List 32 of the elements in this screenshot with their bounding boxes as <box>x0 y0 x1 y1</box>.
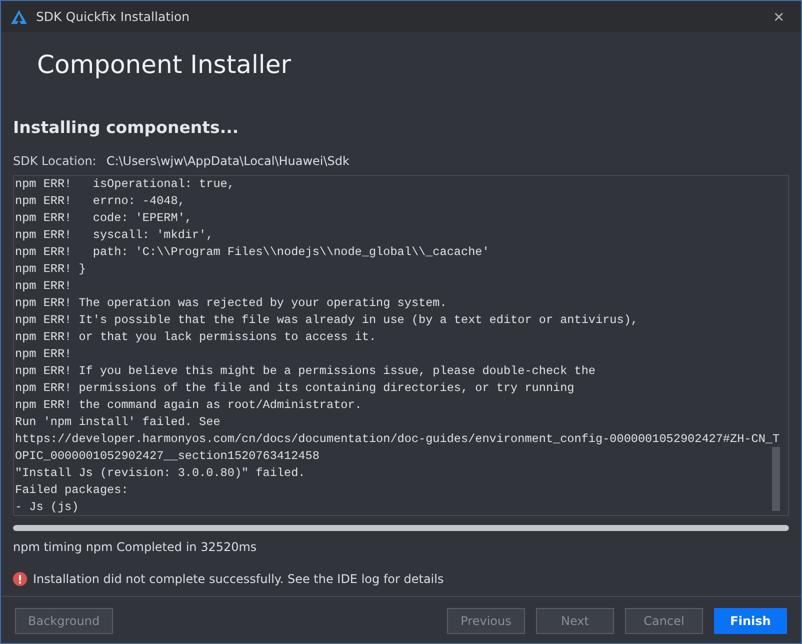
log-line: npm ERR! If you believe this might be a permissions issue, please double-check the <box>15 363 596 380</box>
log-line: npm ERR! code: 'EPERM', <box>15 210 192 227</box>
log-line: npm ERR! isOperational: true, <box>15 176 234 193</box>
log-line: npm ERR! permissions of the file and its containing directories, or try running <box>15 380 574 397</box>
sdk-location-path: C:\Users\wjw\AppData\Local\Huawei\Sdk <box>106 154 350 170</box>
log-line: npm ERR! <box>15 278 72 295</box>
log-line: npm ERR! errno: -4048, <box>15 193 185 210</box>
error-icon <box>13 572 27 586</box>
finish-button[interactable]: Finish <box>714 608 787 634</box>
log-line: OPIC_0000001052902427__section1520763412458 <box>15 448 320 465</box>
app-logo-icon <box>11 10 27 24</box>
log-line: npm ERR! The operation was rejected by your operating system. <box>15 295 447 312</box>
log-line: Run 'npm install' failed. See <box>15 414 220 431</box>
log-line: - Js (js) <box>15 499 79 515</box>
log-line: https://developer.harmonyos.com/cn/docs/documentation/doc-guides/environment_config-0000001052902427#ZH-CN_T <box>15 431 780 448</box>
log-line: npm ERR! syscall: 'mkdir', <box>15 227 214 244</box>
log-line: npm ERR! } <box>15 261 86 278</box>
log-line: npm ERR! path: 'C:\\Program Files\\nodejs\\node_global\\_cacache' <box>15 244 490 261</box>
log-line: npm ERR! the command again as root/Administrator. <box>15 397 362 414</box>
close-button[interactable]: ✕ <box>767 8 791 24</box>
log-line: npm ERR! or that you lack permissions to access it. <box>15 329 376 346</box>
log-line: npm ERR! <box>15 346 72 363</box>
sdk-location-label: SDK Location: <box>13 154 96 170</box>
window-title: SDK Quickfix Installation <box>36 9 191 24</box>
log-line: "Install Js (revision: 3.0.0.80)" failed. <box>15 465 306 482</box>
error-message: Installation did not complete successfully. See the IDE log for details <box>33 572 444 586</box>
page-heading: Component Installer <box>37 50 292 79</box>
scrollbar-thumb[interactable] <box>772 447 780 511</box>
log-line: Failed packages: <box>15 482 128 499</box>
status-text: npm timing npm Completed in 32520ms <box>13 540 258 556</box>
section-title: Installing components... <box>13 118 240 137</box>
log-line: npm ERR! It's possible that the file was already in use (by a text editor or antivirus), <box>15 312 638 329</box>
